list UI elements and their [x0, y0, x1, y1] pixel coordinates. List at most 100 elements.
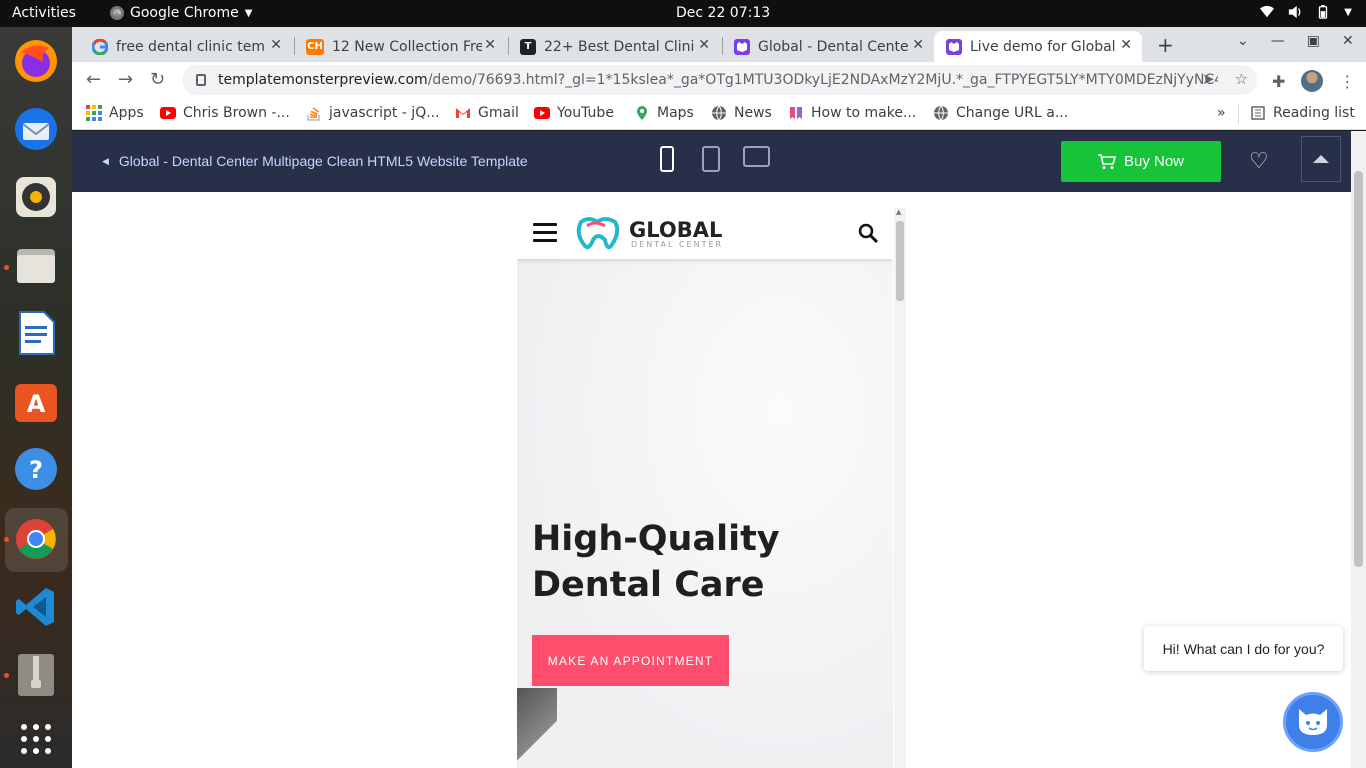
chat-launcher-button[interactable]	[1283, 692, 1343, 752]
caret-left-icon: ◀	[102, 155, 109, 166]
tab-best-dental[interactable]: T 22+ Best Dental Clinic ✕	[508, 31, 720, 62]
caret-up-icon	[1313, 155, 1329, 163]
bookmark-label: Apps	[109, 105, 144, 121]
help-icon[interactable]: ?	[12, 445, 60, 493]
tab-collection[interactable]: CH 12 New Collection Fre ✕	[294, 31, 506, 62]
mobile-view-icon[interactable]	[660, 146, 674, 172]
tab-title: Global - Dental Center	[758, 38, 908, 55]
bookmark-change-url[interactable]: Change URL a...	[933, 105, 1068, 121]
archive-manager-icon[interactable]	[12, 651, 60, 699]
preview-scrollbar[interactable]	[894, 208, 906, 768]
chat-greeting-bubble[interactable]: Hi! What can I do for you?	[1144, 626, 1343, 671]
close-tab-icon[interactable]: ✕	[912, 37, 924, 53]
send-icon[interactable]: ➤	[1202, 70, 1215, 88]
back-to-product-link[interactable]: ◀ Global - Dental Center Multipage Clean…	[102, 153, 528, 169]
running-indicator	[4, 537, 9, 542]
bookmark-javascript[interactable]: javascript - jQ...	[306, 105, 440, 121]
site-logo[interactable]: GLOBAL DENTAL CENTER	[575, 216, 723, 252]
rhythmbox-icon[interactable]	[12, 173, 60, 221]
youtube-icon	[534, 107, 550, 119]
heart-icon[interactable]: ♡	[1249, 149, 1269, 174]
profile-avatar[interactable]	[1301, 70, 1324, 92]
minimize-icon[interactable]: —	[1271, 33, 1285, 49]
address-bar[interactable]: templatemonsterpreview.com /demo/76693.h…	[182, 65, 1257, 95]
hamburger-menu-icon[interactable]	[533, 223, 557, 247]
bookmark-label: YouTube	[557, 105, 614, 121]
lock-icon	[196, 74, 206, 86]
tab-title: 22+ Best Dental Clinic	[544, 38, 694, 55]
desktop-view-icon[interactable]	[743, 146, 770, 167]
chat-greeting-text: Hi! What can I do for you?	[1162, 640, 1325, 657]
vscode-icon[interactable]	[12, 583, 60, 631]
maximize-icon[interactable]: ▣	[1307, 33, 1320, 49]
menu-kebab-icon[interactable]: ⋮	[1339, 72, 1355, 91]
templatemonster-icon	[946, 38, 962, 55]
chrome-icon[interactable]	[12, 515, 60, 563]
tab-title: 12 New Collection Fre	[332, 38, 482, 55]
firefox-icon[interactable]	[12, 37, 60, 85]
bookmarks-overflow[interactable]: »	[1217, 105, 1226, 121]
mobile-preview: GLOBAL DENTAL CENTER High-Quality Dental…	[517, 208, 893, 768]
running-indicator	[4, 265, 9, 270]
volume-icon	[1289, 5, 1301, 19]
google-icon	[92, 38, 108, 55]
collapse-header-button[interactable]	[1301, 136, 1341, 182]
bookmark-news[interactable]: News	[711, 105, 772, 121]
search-icon[interactable]	[858, 223, 878, 243]
app-menu[interactable]: Google Chrome ▼	[110, 5, 252, 21]
new-tab-button[interactable]: +	[1157, 33, 1174, 57]
close-tab-icon[interactable]: ✕	[484, 37, 496, 53]
libreoffice-writer-icon[interactable]	[12, 309, 60, 357]
bookmark-gmail[interactable]: Gmail	[455, 105, 519, 121]
browser-toolbar: ← → ↻ templatemonsterpreview.com /demo/7…	[72, 62, 1366, 98]
tab-live-demo[interactable]: Live demo for Global - ✕	[934, 31, 1142, 62]
caret-down-icon: ▼	[244, 7, 253, 19]
buy-now-button[interactable]: Buy Now	[1061, 141, 1221, 182]
preview-scrollbar-thumb[interactable]	[896, 221, 904, 301]
tablet-view-icon[interactable]	[702, 146, 720, 172]
bookmark-youtube[interactable]: YouTube	[534, 105, 614, 121]
software-center-icon[interactable]: A	[12, 377, 60, 425]
system-top-bar: Activities Google Chrome ▼ Dec 22 07:13 …	[0, 0, 1366, 27]
templatemonster-icon	[734, 38, 750, 55]
svg-text:?: ?	[29, 456, 43, 484]
bookmark-chris-brown[interactable]: Chris Brown -...	[160, 105, 290, 121]
tab-search-icon[interactable]: ⌄	[1237, 33, 1249, 49]
make-appointment-button[interactable]: MAKE AN APPOINTMENT	[532, 635, 729, 686]
reload-icon[interactable]: ↻	[150, 69, 165, 90]
site-header: GLOBAL DENTAL CENTER	[517, 208, 893, 259]
close-tab-icon[interactable]: ✕	[698, 37, 710, 53]
page-scrollbar[interactable]	[1351, 131, 1366, 768]
url-domain: templatemonsterpreview.com	[218, 72, 428, 88]
files-icon[interactable]	[12, 241, 60, 289]
forward-icon[interactable]: →	[118, 69, 133, 90]
tab-global-dental[interactable]: Global - Dental Center ✕	[722, 31, 934, 62]
bookmark-apps[interactable]: Apps	[86, 105, 144, 121]
close-tab-icon[interactable]: ✕	[270, 37, 282, 53]
bookmark-how-to-make[interactable]: How to make...	[788, 105, 916, 121]
close-window-icon[interactable]: ✕	[1342, 33, 1354, 49]
tooth-logo-icon	[576, 217, 620, 250]
reading-list[interactable]: Reading list	[1250, 105, 1355, 121]
bookmark-label: News	[734, 105, 772, 121]
back-icon[interactable]: ←	[86, 69, 101, 90]
clock[interactable]: Dec 22 07:13	[676, 5, 770, 21]
hero-background	[517, 259, 893, 768]
bookmark-icon	[790, 107, 802, 119]
globe-icon	[934, 105, 948, 121]
thunderbird-icon[interactable]	[12, 105, 60, 153]
extensions-icon[interactable]: ✚	[1272, 72, 1285, 91]
scroll-up-arrow-icon[interactable]: ▲	[896, 208, 901, 216]
bookmark-label: Gmail	[478, 105, 519, 121]
window-controls: ⌄ — ▣ ✕	[1237, 33, 1354, 49]
show-apps-icon[interactable]	[12, 715, 60, 763]
close-tab-icon[interactable]: ✕	[1120, 37, 1132, 53]
stackoverflow-icon	[307, 107, 320, 121]
battery-icon	[1319, 5, 1328, 19]
page-scrollbar-thumb[interactable]	[1354, 171, 1363, 567]
system-tray[interactable]: ▼	[1260, 5, 1352, 19]
activities-button[interactable]: Activities	[12, 5, 76, 21]
bookmark-maps[interactable]: Maps	[634, 105, 694, 121]
tab-dental-search[interactable]: free dental clinic temp ✕	[80, 31, 292, 62]
star-icon[interactable]: ☆	[1235, 70, 1248, 88]
